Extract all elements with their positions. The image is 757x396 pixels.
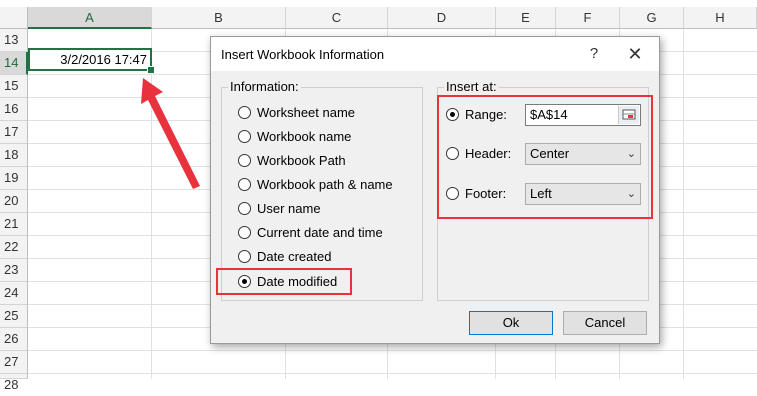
range-value: $A$14 <box>530 107 568 122</box>
footer-select[interactable]: Left ⌄ <box>525 183 641 205</box>
option-label: User name <box>257 201 321 216</box>
insert-workbook-information-dialog: Insert Workbook Information ? ✕ Informat… <box>210 36 660 344</box>
ok-button[interactable]: Ok <box>469 311 553 335</box>
header-label: Header: <box>465 146 512 161</box>
option-current-date-and-time[interactable]: Current date and time <box>238 224 383 242</box>
footer-label: Footer: <box>465 186 507 201</box>
range-label: Range: <box>465 107 507 122</box>
option-worksheet-name[interactable]: Worksheet name <box>238 104 355 122</box>
option-label: Workbook path & name <box>257 177 393 192</box>
information-label: Information: <box>228 79 301 94</box>
option-label: Current date and time <box>257 225 383 240</box>
dialog-title: Insert Workbook Information <box>221 47 385 62</box>
option-label: Date created <box>257 249 332 264</box>
footer-value: Left <box>530 186 552 201</box>
highlight-box-date-modified <box>216 268 352 295</box>
option-workbook-path[interactable]: Workbook Path <box>238 152 346 170</box>
cancel-button[interactable]: Cancel <box>563 311 647 335</box>
option-label: Workbook Path <box>257 153 346 168</box>
radio-selected-icon[interactable] <box>446 108 459 121</box>
option-header[interactable]: Header: <box>446 145 511 163</box>
radio-icon[interactable] <box>238 178 251 191</box>
range-picker-icon[interactable] <box>618 106 639 124</box>
radio-icon[interactable] <box>238 202 251 215</box>
radio-icon[interactable] <box>238 130 251 143</box>
radio-icon[interactable] <box>238 154 251 167</box>
chevron-down-icon[interactable]: ⌄ <box>627 144 636 164</box>
close-icon[interactable]: ✕ <box>623 43 647 65</box>
radio-icon[interactable] <box>446 187 459 200</box>
dialog-titlebar[interactable]: Insert Workbook Information ? ✕ <box>211 37 659 71</box>
radio-icon[interactable] <box>238 250 251 263</box>
option-date-created[interactable]: Date created <box>238 248 331 266</box>
option-user-name[interactable]: User name <box>238 200 321 218</box>
header-value: Center <box>530 146 570 161</box>
option-label: Worksheet name <box>257 105 356 120</box>
radio-icon[interactable] <box>446 147 459 160</box>
radio-icon[interactable] <box>238 106 251 119</box>
option-range[interactable]: Range: <box>446 106 507 124</box>
range-input[interactable]: $A$14 <box>525 104 641 126</box>
radio-icon[interactable] <box>238 226 251 239</box>
option-footer[interactable]: Footer: <box>446 185 506 203</box>
option-workbook-path-and-name[interactable]: Workbook path & name <box>238 176 393 194</box>
insert-at-label: Insert at: <box>444 79 499 94</box>
option-label: Workbook name <box>257 129 352 144</box>
option-workbook-name[interactable]: Workbook name <box>238 128 351 146</box>
chevron-down-icon[interactable]: ⌄ <box>627 184 636 204</box>
help-button[interactable]: ? <box>583 43 605 65</box>
header-select[interactable]: Center ⌄ <box>525 143 641 165</box>
